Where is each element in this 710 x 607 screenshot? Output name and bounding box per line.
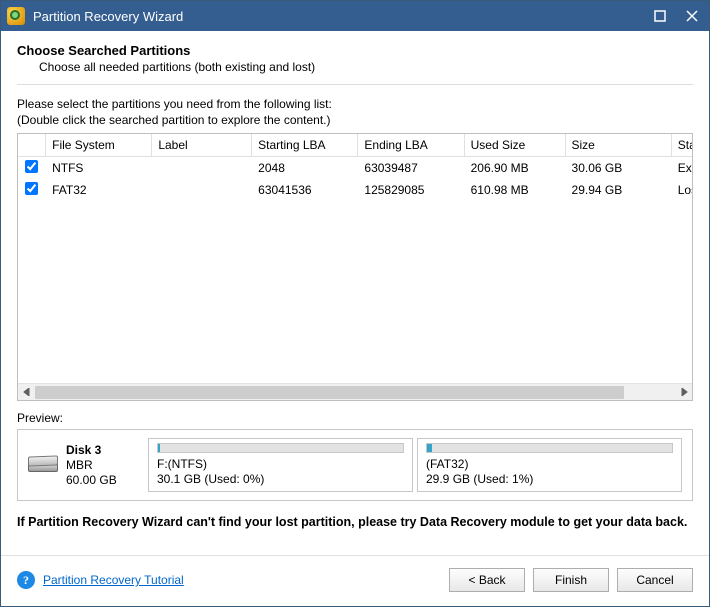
cancel-button[interactable]: Cancel (617, 568, 693, 592)
scrollbar-thumb[interactable] (35, 386, 624, 399)
cell-slba: 63041536 (252, 179, 358, 201)
divider (17, 84, 693, 85)
disk-name: Disk 3 (66, 443, 117, 458)
partition-table: File System Label Starting LBA Ending LB… (17, 133, 693, 401)
partition-title: F:(NTFS) (157, 457, 404, 472)
back-button[interactable]: < Back (449, 568, 525, 592)
disk-icon (28, 456, 58, 474)
table-row[interactable]: FAT32 63041536125829085610.98 MB29.94 GBL… (18, 179, 692, 201)
recovery-note: If Partition Recovery Wizard can't find … (17, 515, 693, 529)
page-heading: Choose Searched Partitions (17, 43, 693, 58)
cell-size: 29.94 GB (565, 179, 671, 201)
scroll-left-icon[interactable] (18, 385, 35, 400)
usage-bar (426, 443, 673, 453)
cell-label (152, 179, 252, 201)
cell-fs: FAT32 (46, 179, 152, 201)
page-subheading: Choose all needed partitions (both exist… (39, 60, 693, 74)
col-size[interactable]: Size (565, 134, 671, 157)
partition-preview[interactable]: F:(NTFS)30.1 GB (Used: 0%) (148, 438, 413, 492)
cell-slba: 2048 (252, 157, 358, 180)
partition-preview[interactable]: (FAT32)29.9 GB (Used: 1%) (417, 438, 682, 492)
partition-detail: 29.9 GB (Used: 1%) (426, 472, 673, 487)
titlebar: Partition Recovery Wizard (1, 1, 709, 31)
close-button[interactable] (683, 7, 701, 25)
preview-box: Disk 3 MBR 60.00 GB F:(NTFS)30.1 GB (Use… (17, 429, 693, 501)
cell-status: Existing (671, 157, 692, 180)
maximize-button[interactable] (651, 7, 669, 25)
row-checkbox[interactable] (25, 182, 38, 195)
col-starting-lba[interactable]: Starting LBA (252, 134, 358, 157)
partition-title: (FAT32) (426, 457, 673, 472)
usage-bar (157, 443, 404, 453)
app-icon (7, 7, 25, 25)
help-icon[interactable]: ? (17, 571, 35, 589)
cell-fs: NTFS (46, 157, 152, 180)
table-row[interactable]: NTFS 204863039487206.90 MB30.06 GBExistin… (18, 157, 692, 180)
cell-used: 610.98 MB (464, 179, 565, 201)
finish-button[interactable]: Finish (533, 568, 609, 592)
disk-summary: Disk 3 MBR 60.00 GB (28, 438, 138, 492)
col-label[interactable]: Label (152, 134, 252, 157)
col-ending-lba[interactable]: Ending LBA (358, 134, 464, 157)
col-checkbox (18, 134, 46, 157)
tutorial-link[interactable]: Partition Recovery Tutorial (43, 573, 184, 587)
col-used-size[interactable]: Used Size (464, 134, 565, 157)
footer: ? Partition Recovery Tutorial < Back Fin… (1, 555, 709, 592)
horizontal-scrollbar[interactable] (18, 383, 692, 400)
window-title: Partition Recovery Wizard (33, 9, 651, 24)
cell-size: 30.06 GB (565, 157, 671, 180)
cell-elba: 125829085 (358, 179, 464, 201)
row-checkbox[interactable] (25, 160, 38, 173)
disk-size: 60.00 GB (66, 473, 117, 488)
instruction-line-1: Please select the partitions you need fr… (17, 97, 693, 111)
cell-status: Lost/Deleted (671, 179, 692, 201)
col-filesystem[interactable]: File System (46, 134, 152, 157)
preview-label: Preview: (17, 411, 693, 425)
col-status[interactable]: Status (671, 134, 692, 157)
cell-used: 206.90 MB (464, 157, 565, 180)
disk-scheme: MBR (66, 458, 117, 473)
partition-detail: 30.1 GB (Used: 0%) (157, 472, 404, 487)
scroll-right-icon[interactable] (675, 385, 692, 400)
cell-elba: 63039487 (358, 157, 464, 180)
instruction-line-2: (Double click the searched partition to … (17, 113, 693, 127)
cell-label (152, 157, 252, 180)
